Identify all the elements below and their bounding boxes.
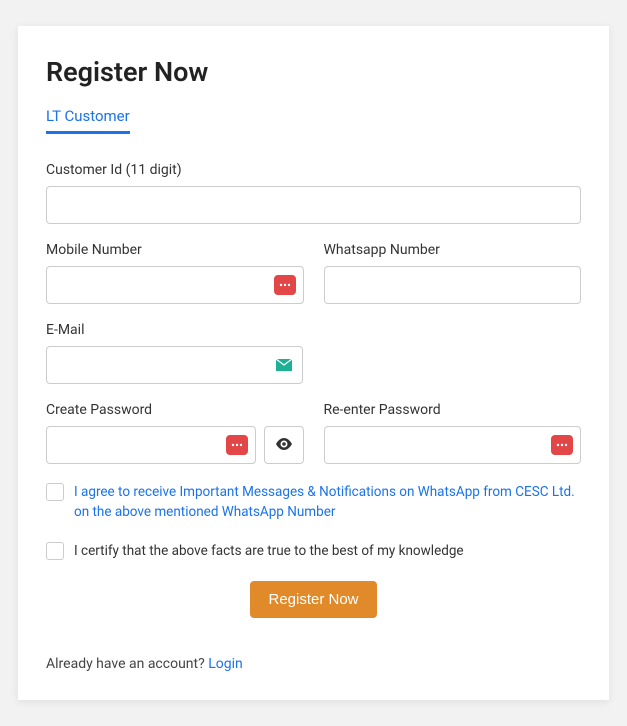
email-label: E-Mail <box>46 322 581 338</box>
customer-id-input[interactable] <box>46 186 581 224</box>
whatsapp-consent-label: I agree to receive Important Messages & … <box>74 482 581 523</box>
email-input[interactable] <box>46 346 303 384</box>
toggle-password-visibility[interactable] <box>264 426 304 464</box>
field-whatsapp: Whatsapp Number <box>324 242 582 304</box>
password-strength-icon <box>226 435 248 455</box>
field-mobile: Mobile Number <box>46 242 304 304</box>
footer-prefix: Already have an account? <box>46 656 208 672</box>
certify-checkbox[interactable] <box>46 542 64 560</box>
keypad-icon <box>274 275 296 295</box>
mail-icon <box>273 355 295 375</box>
mobile-input[interactable] <box>46 266 304 304</box>
certify-row: I certify that the above facts are true … <box>46 541 581 561</box>
password2-input[interactable] <box>324 426 582 464</box>
register-card: Register Now LT Customer Customer Id (11… <box>18 26 609 700</box>
footer: Already have an account? Login <box>46 656 581 672</box>
field-password2: Re-enter Password <box>324 402 582 464</box>
password2-strength-icon <box>551 435 573 455</box>
whatsapp-input[interactable] <box>324 266 582 304</box>
whatsapp-consent-checkbox[interactable] <box>46 483 64 501</box>
field-email: E-Mail <box>46 322 581 384</box>
customer-id-label: Customer Id (11 digit) <box>46 162 581 178</box>
mobile-label: Mobile Number <box>46 242 304 258</box>
whatsapp-consent-row: I agree to receive Important Messages & … <box>46 482 581 523</box>
eye-icon <box>275 438 293 453</box>
page-title: Register Now <box>46 56 581 88</box>
field-password: Create Password <box>46 402 304 464</box>
register-button[interactable]: Register Now <box>250 581 376 618</box>
password-input[interactable] <box>46 426 256 464</box>
password2-label: Re-enter Password <box>324 402 582 418</box>
tab-lt-customer[interactable]: LT Customer <box>46 107 130 134</box>
certify-label: I certify that the above facts are true … <box>74 541 464 561</box>
submit-row: Register Now <box>46 581 581 618</box>
password-label: Create Password <box>46 402 304 418</box>
login-link[interactable]: Login <box>208 656 243 672</box>
field-customer-id: Customer Id (11 digit) <box>46 162 581 224</box>
whatsapp-label: Whatsapp Number <box>324 242 582 258</box>
